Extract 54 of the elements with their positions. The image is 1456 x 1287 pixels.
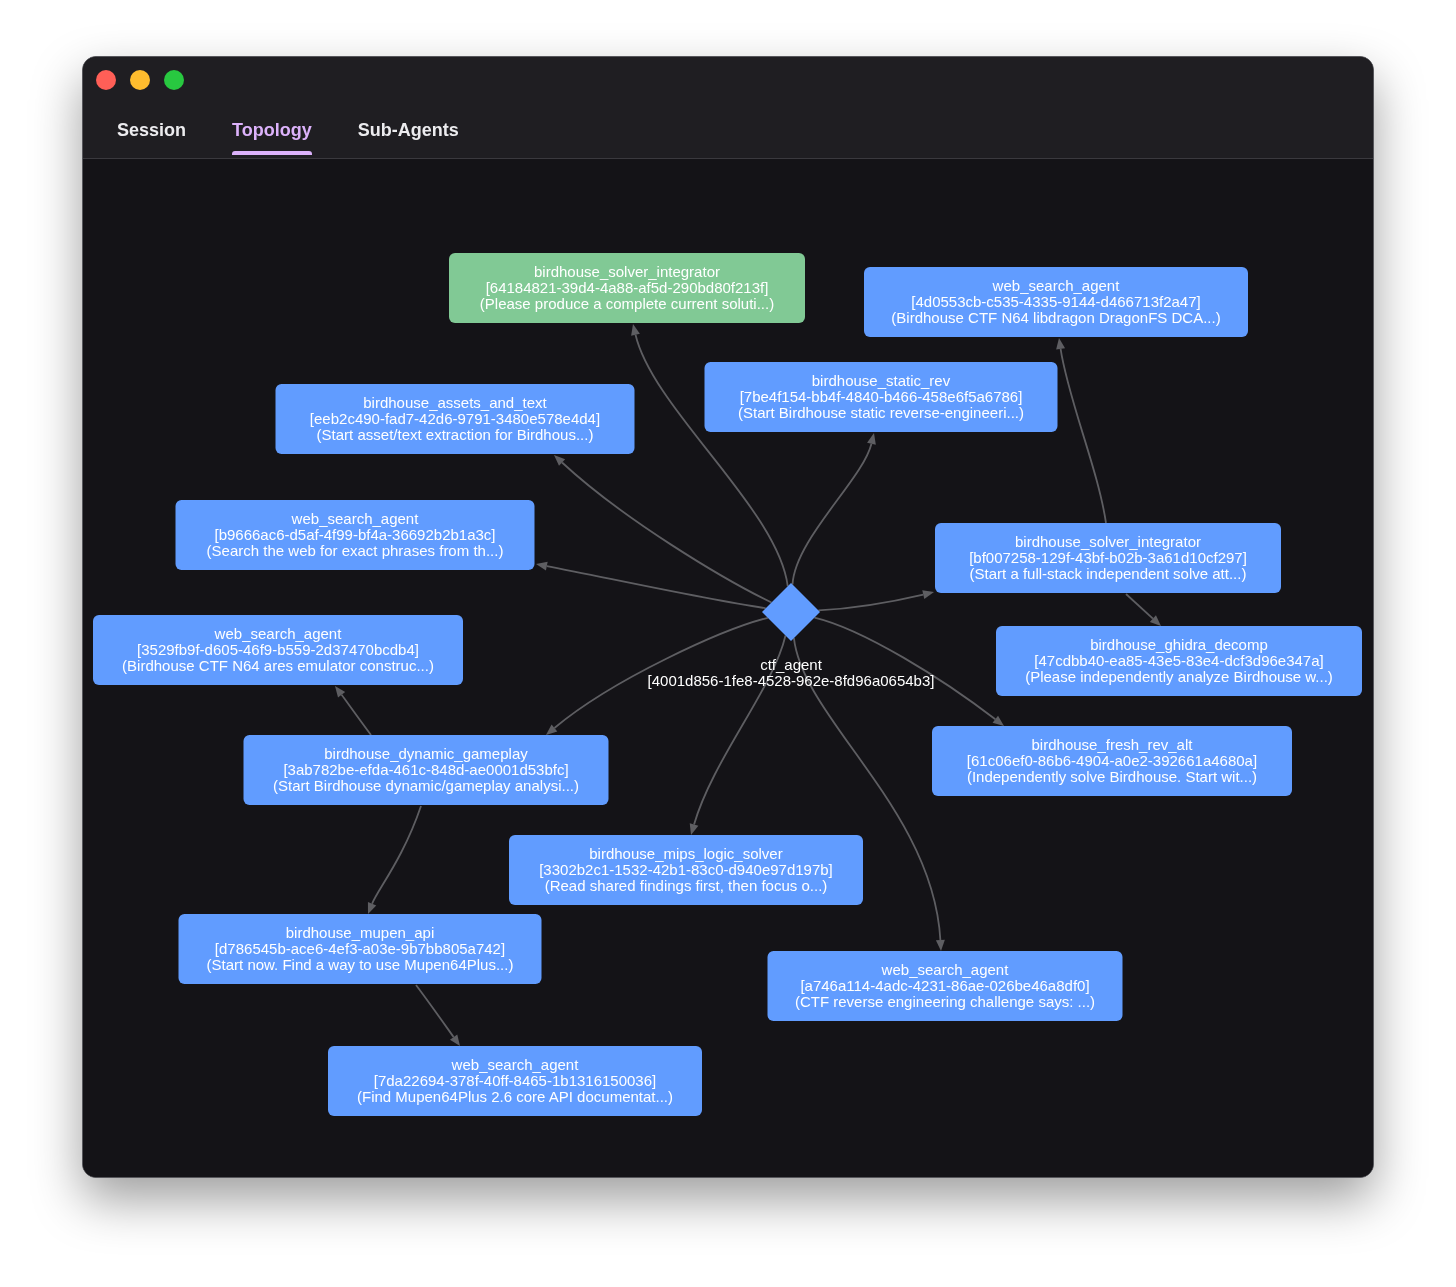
- agent-task: (Start asset/text extraction for Birdhous...): [316, 427, 594, 443]
- agent-task: (Birdhouse CTF N64 libdragon DragonFS DCA...): [891, 310, 1221, 326]
- agent-id: [a746a114-4adc-4231-86ae-026be46a8df0]: [800, 978, 1090, 994]
- agent-name: birdhouse_ghidra_decomp: [1090, 637, 1268, 653]
- agent-id: [47cdbb40-ea85-43e5-83e4-dcf3d96e347a]: [1034, 653, 1324, 669]
- diamond-node: [762, 583, 820, 641]
- agent-task: (Read shared findings first, then focus o...): [544, 878, 828, 894]
- agent-name: web_search_agent: [291, 511, 419, 527]
- agent-name: birdhouse_solver_integrator: [1015, 534, 1201, 550]
- tab[interactable]: Topology: [220, 102, 324, 155]
- agent-id: [3ab782be-efda-461c-848d-ae0001d53bfc]: [283, 762, 569, 778]
- agent-task: (Find Mupen64Plus 2.6 core API documentat...): [357, 1089, 673, 1105]
- close-button[interactable]: [96, 69, 116, 90]
- agent-name: web_search_agent: [992, 278, 1120, 294]
- connector-arrow: [335, 686, 372, 736]
- connector-arrow: [415, 984, 460, 1046]
- agent-name: birdhouse_solver_integrator: [534, 264, 720, 280]
- agent-name: ctf_agent: [760, 657, 822, 673]
- agent-name: birdhouse_fresh_rev_alt: [1031, 737, 1193, 753]
- agent-name: birdhouse_mips_logic_solver: [589, 846, 783, 862]
- zoom-button[interactable]: [164, 69, 184, 90]
- agent-id: [3529fb9f-d605-46f9-b559-2d37470bcdb4]: [137, 642, 419, 658]
- agent-id: [b9666ac6-d5af-4f99-bf4a-36692b2b1a3c]: [214, 527, 496, 543]
- tab[interactable]: Sub-Agents: [345, 102, 471, 155]
- agent-id: [3302b2c1-1532-42b1-83c0-d940e97d197b]: [539, 862, 833, 878]
- agent-name: web_search_agent: [451, 1057, 579, 1073]
- agent-task: (Start now. Find a way to use Mupen64Plus...): [206, 957, 514, 973]
- agent-id: [61c06ef0-86b6-4904-a0e2-392661a4680a]: [966, 753, 1258, 769]
- agent-task: (CTF reverse engineering challenge says: ...): [794, 994, 1096, 1010]
- agent-id: [bf007258-129f-43bf-b02b-3a61d10cf297]: [969, 550, 1247, 566]
- agent-id: [7da22694-378f-40ff-8465-1b1316150036]: [373, 1073, 657, 1089]
- agent-id: [4d0553cb-c535-4335-9144-d466713f2a47]: [911, 294, 1201, 310]
- connector-arrow: [1125, 593, 1161, 626]
- agent-name: birdhouse_assets_and_text: [363, 395, 547, 411]
- agent-name: web_search_agent: [881, 962, 1009, 978]
- agent-id: [64184821-39d4-4a88-af5d-290bd80f213f]: [485, 280, 769, 296]
- agent-name: birdhouse_static_rev: [811, 373, 951, 389]
- agent-task: (Independently solve Birdhouse. Start wit...): [966, 769, 1258, 785]
- agent-name: web_search_agent: [214, 626, 342, 642]
- agent-id: [4001d856-1fe8-4528-962e-8fd96a0654b3]: [647, 673, 935, 689]
- agent-task: (Please independently analyze Birdhouse w...): [1025, 669, 1333, 685]
- agent-id: [eeb2c490-fad7-42d6-9791-3480e578e4d4]: [309, 411, 601, 427]
- tab[interactable]: Session: [105, 102, 199, 155]
- agent-name: birdhouse_mupen_api: [285, 925, 435, 941]
- agent-task: (Start Birdhouse static reverse-engineeri...): [738, 405, 1024, 421]
- agent-id: [d786545b-ace6-4ef3-a03e-9b7bb805a742]: [214, 941, 506, 957]
- minimize-button[interactable]: [130, 69, 150, 90]
- agent-name: birdhouse_dynamic_gameplay: [324, 746, 528, 762]
- agent-task: (Please produce a complete current soluti...): [479, 296, 775, 312]
- agent-task: (Birdhouse CTF N64 ares emulator construc...): [122, 658, 434, 674]
- agent-task: (Search the web for exact phrases from th...): [206, 543, 504, 559]
- agent-task: (Start Birdhouse dynamic/gameplay analysi...): [273, 778, 579, 794]
- agent-id: [7be4f154-bb4f-4840-b466-458e6f5a6786]: [739, 389, 1023, 405]
- agent-task: (Start a full-stack independent solve att...): [969, 566, 1247, 582]
